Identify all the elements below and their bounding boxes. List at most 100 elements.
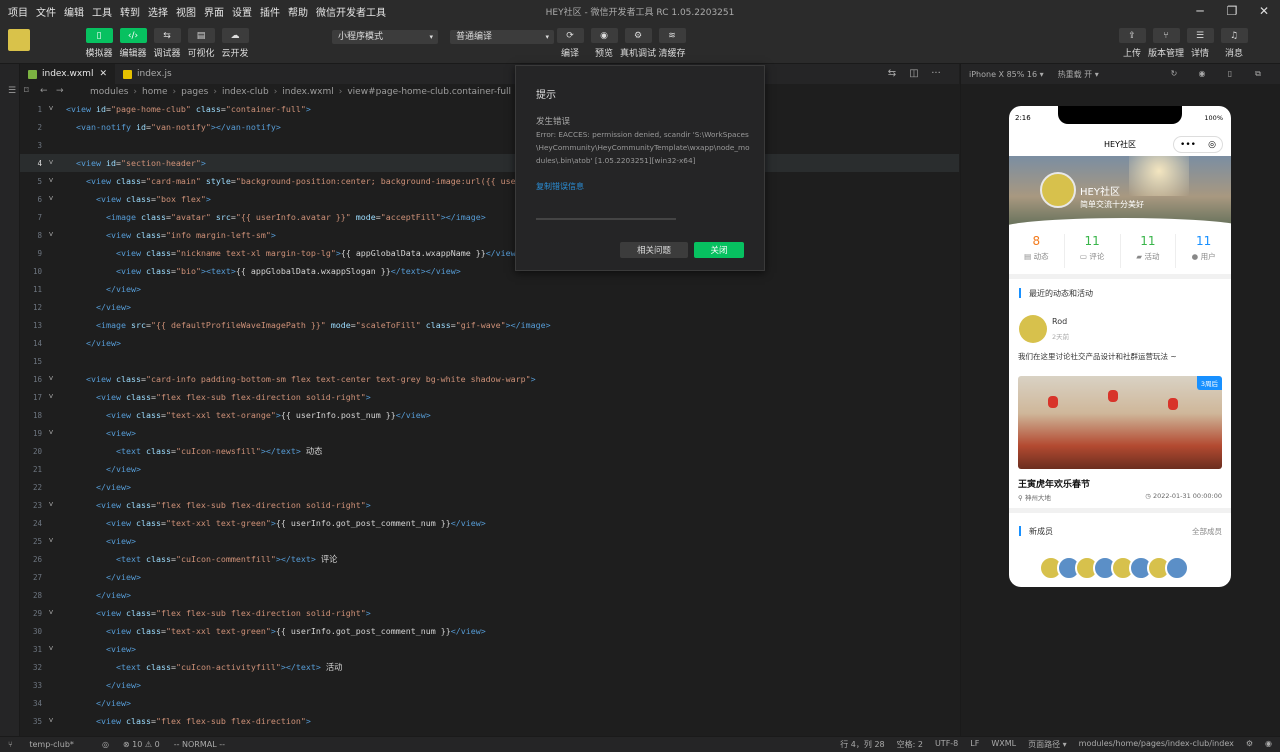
menu-item[interactable]: 帮助 xyxy=(288,4,308,19)
more-icon[interactable]: ··· xyxy=(925,68,947,79)
activity-image[interactable]: 3周后 xyxy=(1018,376,1222,469)
close-button[interactable]: 关闭 xyxy=(694,242,744,258)
code-line[interactable]: 21 </view> xyxy=(20,460,959,478)
bell-icon[interactable]: ⚙ xyxy=(1246,739,1253,750)
fold-chevron-icon[interactable]: ˅ xyxy=(44,230,58,240)
hot-reload-toggle[interactable]: 热重载 开 ▾ xyxy=(1058,69,1099,80)
capsule-menu[interactable]: ••• ◎ xyxy=(1173,136,1223,153)
breadcrumb-item[interactable]: index.wxml xyxy=(282,87,333,97)
code-line[interactable]: 17 ˅ <view class="flex flex-sub flex-direc… xyxy=(20,388,959,406)
menu-item[interactable]: 视图 xyxy=(176,4,196,19)
stat-item[interactable]: 11 ● 用户 xyxy=(1176,234,1231,268)
diff-icon[interactable]: ⇆ xyxy=(881,68,903,79)
editor-scrollbar[interactable] xyxy=(952,110,958,710)
code-line[interactable]: 24 <view class="text-xxl text-green">{{ u… xyxy=(20,514,959,532)
fold-chevron-icon[interactable]: ˅ xyxy=(44,374,58,384)
target-icon[interactable]: ◎ xyxy=(1208,140,1216,150)
eye-icon[interactable]: ◉ xyxy=(1265,739,1272,750)
page-path-select[interactable]: 页面路径 ▾ xyxy=(1028,739,1067,750)
all-members-link[interactable]: 全部成员 xyxy=(1192,526,1222,537)
related-issues-button[interactable]: 相关问题 xyxy=(620,242,688,258)
code-line[interactable]: 27 </view> xyxy=(20,568,959,586)
copy-error-link[interactable]: 复制错误信息 xyxy=(536,181,584,192)
fold-chevron-icon[interactable]: ˅ xyxy=(44,194,58,204)
code-line[interactable]: 34 </view> xyxy=(20,694,959,712)
activity-title[interactable]: 王寅虎年欢乐春节 xyxy=(1018,477,1090,490)
bell-button[interactable]: ♫ 消息 xyxy=(1217,28,1251,59)
stat-item[interactable]: 11 ▰ 活动 xyxy=(1121,234,1177,268)
record-icon[interactable]: ◉ xyxy=(1188,69,1216,79)
menu-item[interactable]: 选择 xyxy=(148,4,168,19)
code-line[interactable]: 35 ˅ <view class="flex flex-sub flex-direc… xyxy=(20,712,959,730)
stat-item[interactable]: 8 ▤ 动态 xyxy=(1009,234,1065,268)
menu-item[interactable]: 设置 xyxy=(232,4,252,19)
phone-icon[interactable]: ▯ xyxy=(1216,69,1244,79)
code-line[interactable]: 14 </view> xyxy=(20,334,959,352)
cursor-position[interactable]: 行 4，列 28 xyxy=(840,739,884,750)
post-user[interactable]: Rod xyxy=(1052,317,1067,326)
problems[interactable]: ⊗ 10 ⚠ 0 xyxy=(123,740,160,749)
code-line[interactable]: 13 <image src="{{ defaultProfileWaveImage… xyxy=(20,316,959,334)
popout-icon[interactable]: ⧉ xyxy=(1244,69,1272,79)
code-line[interactable]: 12 </view> xyxy=(20,298,959,316)
menu-item[interactable]: 编辑 xyxy=(64,4,84,19)
fold-chevron-icon[interactable]: ˅ xyxy=(44,608,58,618)
code-line[interactable]: 8 ˅ <view class="info margin-left-sm"> xyxy=(20,226,959,244)
version-button[interactable]: ⑂ 版本管理 xyxy=(1148,28,1184,59)
mobile-button[interactable]: ▯ 模拟器 xyxy=(82,28,116,59)
code-line[interactable]: 18 <view class="text-xxl text-orange">{{ … xyxy=(20,406,959,424)
code-line[interactable]: 32 <text class="cuIcon-activityfill"></te… xyxy=(20,658,959,676)
fold-chevron-icon[interactable]: ˅ xyxy=(44,158,58,168)
code-line[interactable]: 33 </view> xyxy=(20,676,959,694)
fold-chevron-icon[interactable]: ˅ xyxy=(44,428,58,438)
code-line[interactable]: 31 ˅ <view> xyxy=(20,640,959,658)
breadcrumb-item[interactable]: home xyxy=(142,87,168,97)
clear-cache-button[interactable]: ≋ 清缓存 xyxy=(655,28,689,59)
stat-item[interactable]: 11 ▭ 评论 xyxy=(1065,234,1121,268)
user-avatar[interactable] xyxy=(8,29,30,51)
code-button[interactable]: ‹/› 编辑器 xyxy=(116,28,150,59)
code-line[interactable]: 2 <van-notify id="van-notify"></van-notif… xyxy=(20,118,959,136)
code-editor[interactable]: 1 ˅ <view id="page-home-club" class="conta… xyxy=(20,100,959,736)
code-line[interactable]: 3 xyxy=(20,136,959,154)
fold-chevron-icon[interactable]: ˅ xyxy=(44,500,58,510)
menu-item[interactable]: 插件 xyxy=(260,4,280,19)
code-line[interactable]: 1 ˅ <view id="page-home-club" class="conta… xyxy=(20,100,959,118)
code-line[interactable]: 23 ˅ <view class="flex flex-sub flex-direc… xyxy=(20,496,959,514)
menu-item[interactable]: 工具 xyxy=(92,4,112,19)
fold-chevron-icon[interactable]: ˅ xyxy=(44,176,58,186)
compile-button[interactable]: ⟳ 编译 xyxy=(553,28,587,59)
code-line[interactable]: 6 ˅ <view class="box flex"> xyxy=(20,190,959,208)
breadcrumb-item[interactable]: pages xyxy=(181,87,208,97)
code-line[interactable]: 25 ˅ <view> xyxy=(20,532,959,550)
fold-chevron-icon[interactable]: ˅ xyxy=(44,392,58,402)
more-icon[interactable]: ••• xyxy=(1180,140,1196,150)
close-icon[interactable]: ✕ xyxy=(99,69,107,79)
branch[interactable]: ⑂ temp-club* xyxy=(8,740,88,749)
eol[interactable]: LF xyxy=(970,739,979,750)
close-icon[interactable]: ✕ xyxy=(1248,0,1280,22)
code-line[interactable]: 15 xyxy=(20,352,959,370)
breadcrumb-item[interactable]: view#page-home-club.container-full xyxy=(347,87,511,97)
upload-button[interactable]: ⇪ 上传 xyxy=(1115,28,1149,59)
split-editor-icon[interactable]: ◫ xyxy=(903,68,925,79)
menu-item[interactable]: 界面 xyxy=(204,4,224,19)
avatar[interactable] xyxy=(1165,556,1189,580)
code-line[interactable]: 22 </view> xyxy=(20,478,959,496)
code-line[interactable]: 16 ˅ <view class="card-info padding-bottom… xyxy=(20,370,959,388)
code-line[interactable]: 7 <image class="avatar" src="{{ userInfo.… xyxy=(20,208,959,226)
visual-button[interactable]: ▤ 可视化 xyxy=(184,28,218,59)
details-button[interactable]: ☰ 详情 xyxy=(1183,28,1217,59)
breadcrumb-item[interactable]: modules xyxy=(90,87,128,97)
maximize-icon[interactable]: ❐ xyxy=(1216,0,1248,22)
tab-index-wxml[interactable]: index.wxml ✕ xyxy=(20,64,115,84)
fold-chevron-icon[interactable]: ˅ xyxy=(44,644,58,654)
minimize-icon[interactable]: ─ xyxy=(1184,0,1216,22)
code-line[interactable]: 19 ˅ <view> xyxy=(20,424,959,442)
compile-select[interactable]: 普通编译 ▾ xyxy=(450,30,554,44)
code-line[interactable]: 5 ˅ <view class="card-main" style="backgro… xyxy=(20,172,959,190)
preview-button[interactable]: ◉ 预览 xyxy=(587,28,621,59)
menu-item[interactable]: 转到 xyxy=(120,4,140,19)
mode-select[interactable]: 小程序模式 ▾ xyxy=(332,30,438,44)
breadcrumb-item[interactable]: index-club xyxy=(222,87,269,97)
